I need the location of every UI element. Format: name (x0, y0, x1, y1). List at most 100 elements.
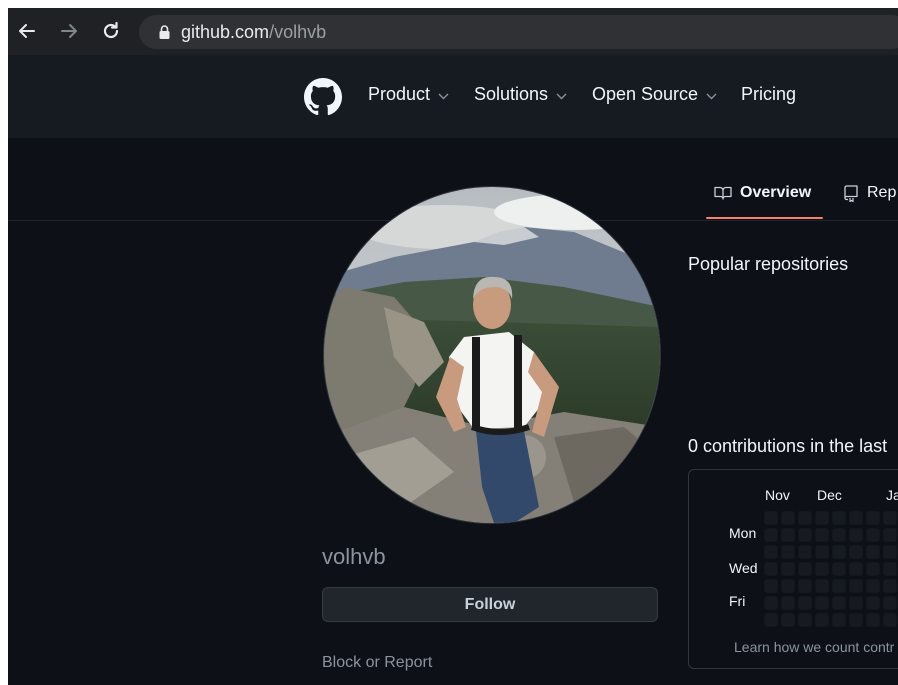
url-domain: github.com (181, 22, 270, 42)
nav-product-label: Product (368, 84, 431, 104)
nav-open-source-label: Open Source (592, 84, 699, 104)
nav-pricing-label: Pricing (741, 84, 797, 104)
contribution-cell[interactable] (884, 512, 896, 524)
calendar-day-label: Fri (729, 593, 746, 609)
contribution-cell[interactable] (867, 563, 879, 575)
nav-product[interactable]: Product (368, 84, 449, 105)
contribution-cell[interactable] (782, 597, 794, 609)
lock-icon (159, 25, 170, 44)
contribution-cell[interactable] (799, 614, 811, 626)
address-bar[interactable]: github.com/volhvb (139, 15, 898, 49)
calendar-day-label: Mon (729, 525, 757, 541)
contribution-cell[interactable] (867, 512, 879, 524)
popular-repositories-title: Popular repositories (688, 254, 849, 274)
calendar-day-label: Wed (729, 560, 758, 576)
contribution-cell[interactable] (799, 563, 811, 575)
contribution-cell[interactable] (850, 529, 862, 541)
chevron-down-icon (438, 84, 449, 105)
tab-overview-label: Overview (740, 184, 812, 201)
avatar[interactable] (323, 186, 661, 524)
contribution-cell[interactable] (833, 529, 845, 541)
contribution-cell[interactable] (782, 512, 794, 524)
contribution-cell[interactable] (765, 563, 777, 575)
contribution-cell[interactable] (850, 512, 862, 524)
contribution-cell[interactable] (782, 546, 794, 558)
tab-repositories-label: Rep (867, 184, 897, 201)
back-arrow-icon[interactable] (16, 20, 38, 42)
contribution-cell[interactable] (816, 529, 828, 541)
forward-arrow-icon[interactable] (58, 20, 80, 42)
contribution-cell[interactable] (867, 529, 879, 541)
tab-overview[interactable]: Overview (714, 184, 811, 202)
repo-icon (844, 184, 858, 202)
contribution-cell[interactable] (884, 597, 896, 609)
contribution-cell[interactable] (850, 563, 862, 575)
tab-repositories[interactable]: Rep (844, 184, 896, 202)
calendar-month-label: Dec (817, 487, 842, 503)
chevron-down-icon (706, 84, 717, 105)
contribution-cell[interactable] (884, 614, 896, 626)
contribution-cell[interactable] (816, 512, 828, 524)
contribution-cell[interactable] (850, 580, 862, 592)
contribution-cell[interactable] (850, 614, 862, 626)
contribution-cell[interactable] (799, 546, 811, 558)
github-header: Product Solutions Open Source Pricing (8, 55, 898, 138)
url-path: /volhvb (269, 22, 327, 42)
contribution-cell[interactable] (833, 597, 845, 609)
chevron-down-icon (556, 84, 567, 105)
github-logo-icon[interactable] (304, 78, 342, 121)
nav-pricing[interactable]: Pricing (741, 84, 796, 105)
contribution-cell[interactable] (833, 580, 845, 592)
contribution-cell[interactable] (765, 614, 777, 626)
learn-contributions-link[interactable]: Learn how we count contr (734, 639, 894, 655)
contribution-cell[interactable] (867, 546, 879, 558)
nav-open-source[interactable]: Open Source (592, 84, 717, 105)
contribution-cell[interactable] (765, 580, 777, 592)
contribution-cell[interactable] (850, 597, 862, 609)
contribution-cell[interactable] (765, 597, 777, 609)
profile-username: volhvb (322, 544, 386, 569)
contribution-cell[interactable] (867, 614, 879, 626)
contribution-cell[interactable] (833, 512, 845, 524)
reload-icon[interactable] (100, 20, 122, 42)
contribution-cell[interactable] (884, 546, 896, 558)
contribution-cell[interactable] (765, 529, 777, 541)
contribution-cell[interactable] (816, 614, 828, 626)
tab-active-indicator (706, 217, 823, 219)
contribution-cell[interactable] (867, 597, 879, 609)
book-icon (714, 185, 732, 201)
contribution-cell[interactable] (765, 546, 777, 558)
block-or-report-link[interactable]: Block or Report (322, 654, 432, 672)
contribution-cell[interactable] (782, 529, 794, 541)
contribution-cell[interactable] (816, 546, 828, 558)
contribution-cell[interactable] (799, 580, 811, 592)
contribution-cell[interactable] (782, 614, 794, 626)
url-text: github.com/volhvb (181, 22, 326, 43)
contribution-cell[interactable] (833, 546, 845, 558)
contribution-cell[interactable] (799, 597, 811, 609)
contribution-cell[interactable] (799, 529, 811, 541)
avatar-photo (324, 187, 660, 523)
contribution-cell[interactable] (833, 563, 845, 575)
contribution-cell[interactable] (816, 563, 828, 575)
contribution-cell[interactable] (884, 529, 896, 541)
calendar-month-label: Nov (765, 487, 790, 503)
contribution-cell[interactable] (782, 580, 794, 592)
contribution-cell[interactable] (850, 546, 862, 558)
browser-toolbar: github.com/volhvb (8, 8, 898, 55)
contribution-cell[interactable] (816, 597, 828, 609)
nav-solutions[interactable]: Solutions (474, 84, 567, 105)
contribution-cell[interactable] (867, 580, 879, 592)
contribution-cell[interactable] (884, 580, 896, 592)
contribution-calendar: Nov Dec Ja Mon Wed Fri Learn how we coun… (688, 469, 898, 669)
contribution-cell[interactable] (816, 580, 828, 592)
browser-window: github.com/volhvb Product Solutions Open… (8, 8, 898, 685)
contribution-cell[interactable] (833, 614, 845, 626)
contribution-cell[interactable] (799, 512, 811, 524)
contribution-cell[interactable] (884, 563, 896, 575)
contribution-cell[interactable] (765, 512, 777, 524)
contribution-cell[interactable] (782, 563, 794, 575)
calendar-month-label: Ja (886, 487, 898, 503)
contributions-title: 0 contributions in the last (688, 436, 888, 456)
follow-button[interactable]: Follow (322, 587, 658, 622)
